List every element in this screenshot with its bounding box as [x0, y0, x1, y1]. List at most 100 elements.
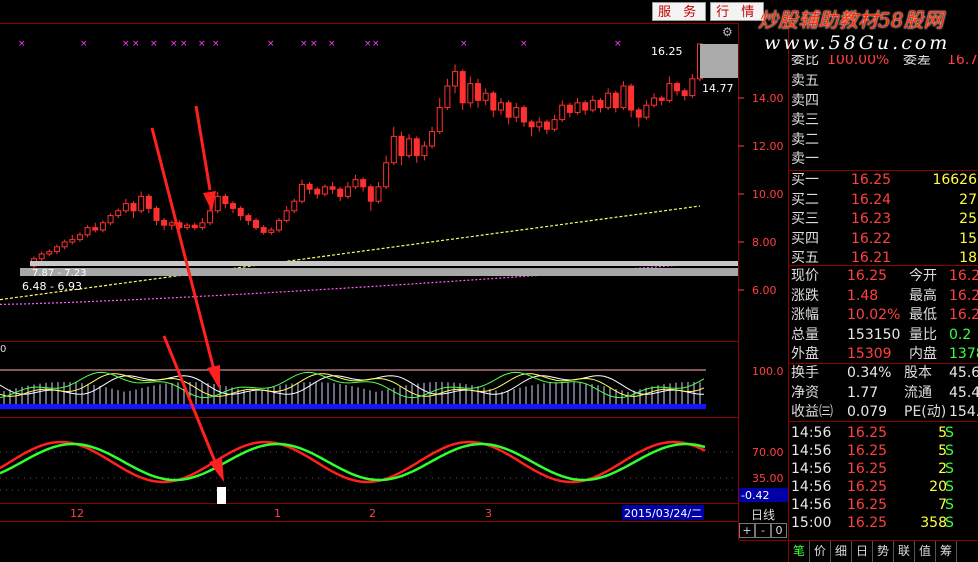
candle — [161, 218, 168, 230]
stats-row: 涨跌 1.48 最高 16.2 — [789, 287, 978, 306]
candle — [237, 206, 244, 221]
fund-label: 净资 — [791, 384, 819, 401]
candle — [444, 78, 451, 110]
zoom-in-button[interactable]: + — [739, 523, 755, 538]
signal-marker: × — [80, 39, 88, 49]
candle — [314, 186, 321, 199]
tick-price: 16.25 — [847, 515, 888, 531]
bottom-tab[interactable]: 细 — [831, 541, 852, 562]
candle — [61, 239, 68, 250]
signal-marker: × — [614, 39, 622, 49]
osc2-red-line — [0, 440, 706, 484]
stat-value-2: 13784 — [949, 346, 978, 362]
osc1-label: 100.0 — [752, 365, 784, 378]
ask-row: 卖三 — [789, 111, 978, 130]
candle — [559, 100, 566, 122]
tick-time: 15:00 — [791, 515, 832, 531]
bid-price: 16.22 — [851, 230, 892, 247]
order-ratio-row: 委比 100.00% 委差 16.7 — [789, 55, 978, 70]
candle — [681, 88, 688, 101]
bid-price: 16.25 — [851, 172, 892, 188]
zoom-reset-button[interactable]: 0 — [771, 523, 787, 538]
osc2-value-label: -0.42 — [741, 489, 769, 502]
tick-side: S — [945, 425, 954, 441]
signal-marker: × — [122, 39, 130, 49]
signal-marker: × — [212, 39, 220, 49]
time-axis: 12 1 2 3 2015/03/24/二 — [70, 505, 704, 520]
bottom-tab[interactable]: 联 — [894, 541, 915, 562]
stat-value: 153150 — [847, 326, 901, 343]
settings-icon[interactable]: ⚙ — [722, 25, 733, 39]
bottom-tab[interactable]: 筹 — [936, 541, 957, 562]
ask-label: 卖一 — [791, 151, 819, 167]
signal-marker: × — [460, 39, 468, 49]
signal-marker: × — [300, 39, 308, 49]
candle — [421, 141, 428, 161]
candle — [122, 198, 129, 214]
tick-row: 14:56 16.25 7 S — [789, 496, 978, 515]
tick-price: 16.25 — [847, 461, 888, 477]
candle — [99, 220, 106, 233]
max-price-label: 16.25 — [651, 45, 683, 58]
period-label[interactable]: 日线 — [751, 506, 775, 523]
fund-value: 0.34% — [847, 365, 892, 381]
stats-row: 涨幅 10.02% 最低 16.2 — [789, 306, 978, 325]
signal-marker: × — [150, 39, 158, 49]
signal-marker: × — [310, 39, 318, 49]
candle — [283, 206, 290, 223]
candle — [651, 93, 658, 108]
signal-marker: × — [132, 39, 140, 49]
candle — [184, 222, 191, 230]
candle — [107, 213, 114, 226]
bottom-tab[interactable]: 值 — [915, 541, 936, 562]
osc2-tick-70: 70.00 — [752, 446, 784, 459]
signal-marker: × — [180, 39, 188, 49]
bottom-tab-bar: 笔价细日势联值筹 — [789, 541, 978, 562]
candle — [130, 201, 137, 218]
ask-label: 卖五 — [791, 73, 819, 89]
service-button[interactable]: 服 务 — [652, 2, 707, 21]
bid-price: 16.23 — [851, 211, 892, 227]
price-tick-label: 6.00 — [752, 284, 777, 297]
candle — [436, 98, 443, 134]
tick-row: 14:56 16.25 2 S — [789, 460, 978, 479]
candle — [84, 225, 91, 238]
oscillator-1 — [0, 369, 706, 409]
stat-value-2: 16.2 — [949, 307, 978, 323]
stat-label-2: 内盘 — [909, 346, 937, 362]
candle — [658, 95, 665, 106]
ask-row: 卖二 — [789, 131, 978, 150]
bottom-tab[interactable]: 日 — [852, 541, 873, 562]
tick-side: S — [945, 461, 954, 477]
stat-value: 10.02% — [847, 307, 901, 323]
tick-price: 16.25 — [847, 443, 888, 459]
zoom-controls: + - 0 — [739, 523, 787, 538]
candle — [398, 131, 405, 166]
bid-label: 买五 — [791, 250, 819, 266]
bottom-tab[interactable]: 势 — [873, 541, 894, 562]
bid-label: 买四 — [791, 230, 819, 247]
bottom-tab[interactable]: 笔 — [789, 541, 810, 562]
order-ratio-value: 100.00% — [827, 55, 890, 68]
zoom-out-button[interactable]: - — [755, 523, 771, 538]
tick-price: 16.25 — [847, 479, 888, 495]
bid-price: 16.24 — [851, 191, 892, 208]
price-tick-label: 14.00 — [752, 92, 784, 105]
candle — [429, 126, 436, 149]
watermark-url: www.58Gu.com — [764, 32, 951, 54]
fund-value-2: 45.4亿 — [949, 384, 978, 401]
candles-layer — [31, 43, 703, 269]
bid-volume: 16626 — [932, 172, 977, 188]
candle — [76, 232, 83, 242]
order-ratio-label: 委比 — [791, 55, 819, 68]
tick-price: 16.25 — [847, 497, 888, 513]
quote-button[interactable]: 行 情 — [710, 2, 765, 21]
bottom-tab[interactable]: 价 — [810, 541, 831, 562]
candle — [490, 90, 497, 118]
tick-side: S — [945, 479, 954, 495]
candle — [46, 249, 53, 257]
candle — [191, 222, 198, 230]
candle — [497, 98, 504, 115]
signal-marker: × — [364, 39, 372, 49]
fund-label-2: 股本 — [904, 365, 932, 381]
